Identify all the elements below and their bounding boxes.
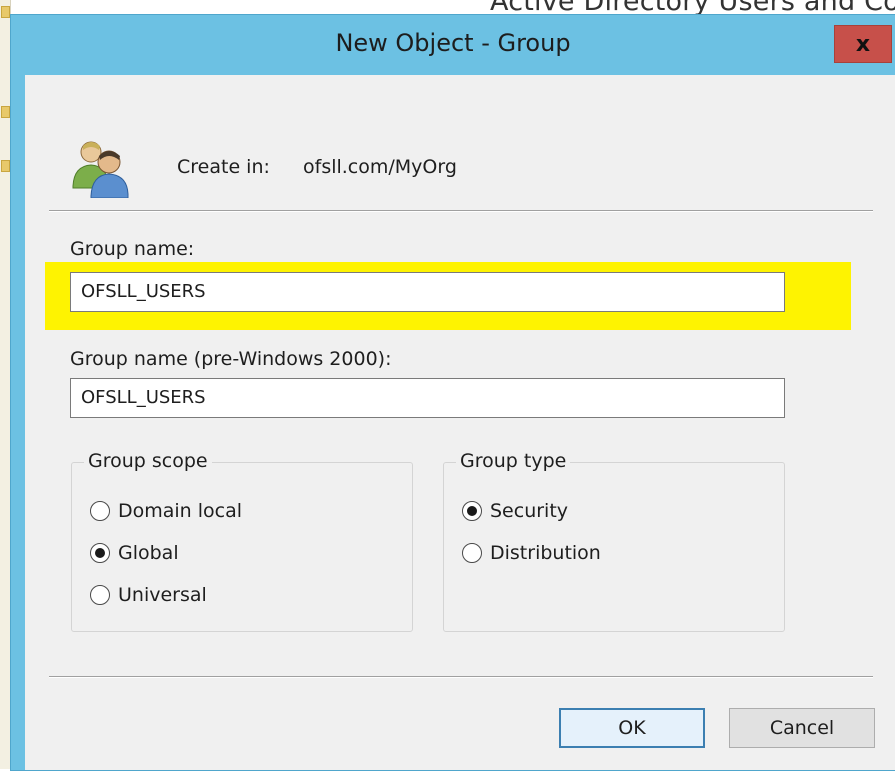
group-name-pre2000-input[interactable]: OFSLL_USERS xyxy=(70,378,785,418)
radio-button-checked[interactable] xyxy=(90,543,110,563)
radio-button[interactable] xyxy=(90,585,110,605)
radio-label: Global xyxy=(118,542,179,564)
new-object-group-dialog: New Object - Group x Create in: ofsll.co… xyxy=(10,14,895,771)
create-in-value: ofsll.com/MyOrg xyxy=(303,156,457,178)
dialog-title: New Object - Group xyxy=(335,29,571,57)
group-name-input[interactable]: OFSLL_USERS xyxy=(70,272,785,312)
top-separator xyxy=(49,210,873,212)
ok-button[interactable]: OK xyxy=(559,708,705,748)
dialog-client-area: Create in: ofsll.com/MyOrg Group name: O… xyxy=(25,75,895,770)
create-in-label: Create in: xyxy=(177,156,270,178)
group-scope-groupbox: Group scope Domain local Global Universa… xyxy=(71,450,413,632)
radio-button[interactable] xyxy=(462,543,482,563)
radio-domain-local[interactable]: Domain local xyxy=(90,498,242,524)
close-icon: x xyxy=(855,31,871,57)
radio-distribution[interactable]: Distribution xyxy=(462,540,601,566)
group-name-pre2000-label: Group name (pre-Windows 2000): xyxy=(70,348,392,370)
dialog-titlebar[interactable]: New Object - Group x xyxy=(11,15,895,75)
radio-label: Distribution xyxy=(490,542,601,564)
group-type-groupbox: Group type Security Distribution xyxy=(443,450,785,632)
cancel-button[interactable]: Cancel xyxy=(729,708,875,748)
group-name-label: Group name: xyxy=(70,238,195,260)
radio-universal[interactable]: Universal xyxy=(90,582,207,608)
close-button[interactable]: x xyxy=(834,25,892,63)
group-type-legend: Group type xyxy=(456,450,571,472)
radio-button-checked[interactable] xyxy=(462,501,482,521)
radio-label: Domain local xyxy=(118,500,243,522)
group-scope-legend: Group scope xyxy=(84,450,212,472)
bottom-separator xyxy=(49,676,873,678)
radio-label: Universal xyxy=(118,584,207,606)
radio-security[interactable]: Security xyxy=(462,498,568,524)
radio-global[interactable]: Global xyxy=(90,540,179,566)
radio-button[interactable] xyxy=(90,501,110,521)
users-group-icon xyxy=(72,141,129,198)
radio-label: Security xyxy=(490,500,569,522)
